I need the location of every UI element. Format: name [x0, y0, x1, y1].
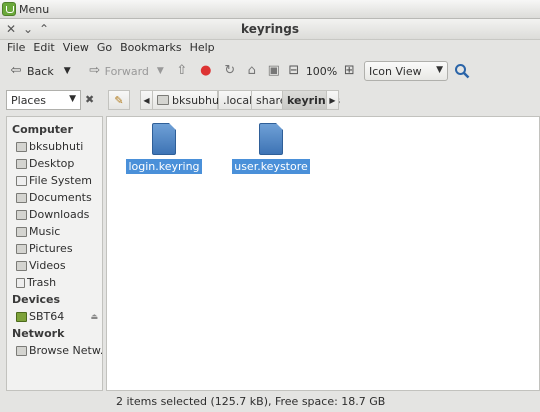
edit-location-icon: ✎	[114, 93, 124, 107]
view-mode-value: Icon View	[369, 64, 422, 78]
zoom-level: 100%	[305, 64, 338, 78]
back-button[interactable]: ⇦ Back ▼	[8, 60, 71, 82]
home-folder-icon[interactable]: ⌂	[244, 63, 260, 79]
menu-view[interactable]: View	[59, 40, 93, 56]
location-bar: Places ▼ ✖ ✎ ◀ bksubhuti .local share ke…	[0, 88, 540, 114]
file-item-user-keystore[interactable]: user.keystore	[229, 123, 313, 174]
search-icon[interactable]	[454, 63, 470, 79]
places-sidebar: Computer bksubhuti Desktop File System D…	[6, 116, 103, 391]
sidebar-item-videos[interactable]: Videos	[7, 257, 102, 274]
sidebar-item-browse-network[interactable]: Browse Netw...	[7, 342, 102, 359]
back-label: Back	[27, 64, 54, 78]
chevron-down-icon: ▼	[69, 94, 76, 104]
status-bar: 2 items selected (125.7 kB), Free space:…	[116, 395, 386, 408]
breadcrumb-bksubhuti[interactable]: bksubhuti	[152, 90, 226, 110]
computer-icon[interactable]: ▣	[266, 63, 282, 79]
file-icon-view[interactable]: login.keyring user.keystore	[106, 116, 540, 391]
document-file-icon	[152, 123, 176, 155]
forward-history-chevron-icon[interactable]: ▼	[157, 66, 164, 76]
desktop-icon	[16, 158, 27, 169]
network-icon	[16, 345, 27, 356]
breadcrumb-right-arrow-icon[interactable]: ▶	[326, 90, 339, 110]
forward-arrow-icon: ⇨	[89, 63, 101, 78]
forward-button[interactable]: ⇨ Forward ▼	[87, 60, 164, 82]
zoom-out-icon[interactable]: ⊟	[286, 63, 302, 79]
home-folder-icon	[16, 141, 27, 152]
sidebar-item-downloads[interactable]: Downloads	[7, 206, 102, 223]
file-name: login.keyring	[126, 159, 202, 174]
toggle-location-entry-button[interactable]: ✎	[108, 90, 130, 110]
file-item-login-keyring[interactable]: login.keyring	[122, 123, 206, 174]
sidebar-item-pictures[interactable]: Pictures	[7, 240, 102, 257]
drive-icon	[16, 175, 27, 186]
sidebar-item-music[interactable]: Music	[7, 223, 102, 240]
view-mode-select[interactable]: Icon View ▼	[364, 61, 448, 81]
reload-icon[interactable]: ↻	[222, 63, 238, 79]
videos-folder-icon	[16, 260, 27, 271]
chevron-down-icon: ▼	[436, 65, 443, 75]
menu-go[interactable]: Go	[93, 40, 116, 56]
menu-file[interactable]: File	[3, 40, 29, 56]
sidebar-item-trash[interactable]: Trash	[7, 274, 102, 291]
trash-icon	[16, 277, 25, 288]
stop-icon[interactable]: ●	[198, 63, 214, 79]
sidebar-item-documents[interactable]: Documents	[7, 189, 102, 206]
usb-drive-icon	[16, 311, 27, 322]
home-folder-icon	[157, 95, 169, 105]
breadcrumb-local[interactable]: .local	[218, 90, 252, 110]
back-history-chevron-icon[interactable]: ▼	[64, 66, 71, 76]
sidebar-item-bksubhuti[interactable]: bksubhuti	[7, 138, 102, 155]
menu-button[interactable]: Menu	[2, 1, 49, 17]
up-arrow-icon[interactable]: ⇧	[174, 63, 190, 79]
menu-help[interactable]: Help	[186, 40, 219, 56]
window-title: keyrings	[241, 22, 299, 36]
file-name: user.keystore	[232, 159, 310, 174]
breadcrumb-share[interactable]: share	[251, 90, 287, 110]
documents-folder-icon	[16, 192, 27, 203]
sidebar-item-file-system[interactable]: File System	[7, 172, 102, 189]
sidebar-heading-computer: Computer	[12, 123, 73, 136]
document-file-icon	[259, 123, 283, 155]
places-label: Places	[11, 93, 46, 107]
close-sidebar-icon[interactable]: ✖	[85, 93, 94, 106]
mint-logo-icon	[2, 2, 16, 16]
sidebar-heading-devices: Devices	[12, 293, 61, 306]
music-folder-icon	[16, 226, 27, 237]
sidebar-mode-select[interactable]: Places ▼	[6, 90, 81, 110]
pictures-folder-icon	[16, 243, 27, 254]
window-titlebar: ✕ ⌄ ⌃ keyrings	[0, 19, 540, 40]
sidebar-item-desktop[interactable]: Desktop	[7, 155, 102, 172]
eject-icon[interactable]: ⏏	[90, 312, 98, 321]
menubar: File Edit View Go Bookmarks Help	[0, 40, 540, 56]
downloads-folder-icon	[16, 209, 27, 220]
forward-label: Forward	[104, 64, 149, 78]
top-panel: Menu	[0, 0, 540, 19]
breadcrumb-keyrings[interactable]: keyrings	[282, 90, 340, 110]
menu-edit[interactable]: Edit	[29, 40, 58, 56]
back-arrow-icon: ⇦	[10, 63, 22, 78]
zoom-in-icon[interactable]: ⊞	[341, 63, 357, 79]
menu-bookmarks[interactable]: Bookmarks	[116, 40, 185, 56]
sidebar-heading-network: Network	[12, 327, 65, 340]
sidebar-item-sbt64[interactable]: SBT64 ⏏	[7, 308, 102, 325]
menu-label: Menu	[19, 2, 50, 16]
